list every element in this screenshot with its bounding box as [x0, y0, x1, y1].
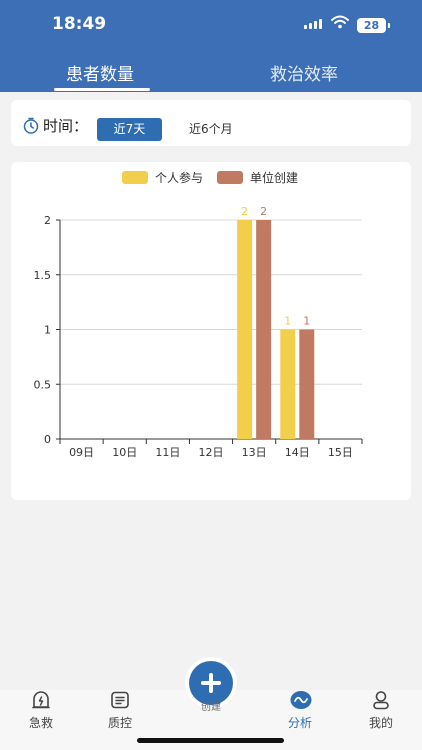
cellular-signal-icon — [304, 19, 322, 29]
time-filter-card: 时间： 近7天 近6个月 — [11, 100, 411, 146]
y-tick-label: 0 — [44, 433, 51, 446]
x-tick-label: 09日 — [69, 446, 94, 459]
patient-count-bar-chart: 个人参与 单位创建00.511.5209日 10日 11日 12日 13日 14日 15日2 2… — [34, 170, 363, 459]
bar — [280, 329, 296, 439]
status-time: 18:49 — [52, 14, 107, 34]
x-tick-label: 12日 — [199, 446, 224, 459]
bar-value-label: 2 — [260, 205, 267, 218]
analytics-icon — [290, 691, 312, 709]
x-tick-label: 15日 — [328, 446, 353, 459]
battery-indicator: 28 — [357, 18, 390, 33]
bar — [299, 329, 315, 439]
tabbar-label-analytics: 分析 — [287, 716, 312, 730]
legend-label: 个人参与 — [155, 170, 203, 185]
patient-count-chart-card: 个人参与 单位创建 0 0.5 1 1.5 2 09日 10日 11日 12日 13日 14日 15日 2 2… — [11, 162, 411, 500]
clock-icon — [23, 117, 39, 134]
home-indicator — [137, 738, 284, 743]
active-tab-indicator — [54, 88, 150, 91]
y-tick-label: 1 — [44, 324, 51, 337]
time-filter-label: 时间： — [43, 117, 89, 135]
tab-bar: 患者数量 救治效率 — [0, 52, 422, 92]
tab-treatment-efficiency[interactable]: 救治效率 — [270, 60, 338, 85]
legend-swatch — [217, 171, 243, 184]
first-aid-icon — [32, 691, 50, 709]
status-bar: 18:49 28 — [0, 0, 422, 48]
legend-swatch — [122, 171, 148, 184]
bar — [256, 220, 272, 439]
bar-value-label: 1 — [284, 315, 291, 328]
y-tick-label: 0.5 — [34, 378, 52, 391]
profile-icon — [373, 691, 389, 710]
tabbar-label-first-aid: 急救 — [28, 716, 53, 730]
x-tick-label: 10日 — [112, 446, 137, 459]
create-button-label: 创建 — [201, 702, 221, 713]
x-tick-label: 13日 — [242, 446, 267, 459]
last-6-months-button[interactable]: 近6个月 — [189, 120, 233, 137]
y-tick-label: 1.5 — [34, 269, 52, 282]
bar — [237, 220, 253, 439]
tabbar-label-profile: 我的 — [368, 716, 393, 730]
last-7-days-button[interactable]: 近7天 — [97, 118, 162, 141]
y-tick-label: 2 — [44, 214, 51, 227]
tab-patient-count[interactable]: 患者数量 — [66, 60, 134, 85]
tabbar-label-quality-control: 质控 — [107, 716, 132, 730]
bar-value-label: 1 — [303, 315, 310, 328]
x-tick-label: 14日 — [285, 446, 310, 459]
app-header: 18:49 28 患者数量 救治效率 — [0, 0, 422, 92]
wifi-icon — [331, 15, 349, 29]
legend-label: 单位创建 — [250, 170, 298, 185]
bar-value-label: 2 — [241, 205, 248, 218]
x-tick-label: 11日 — [155, 446, 180, 459]
clipboard-icon — [111, 691, 129, 709]
